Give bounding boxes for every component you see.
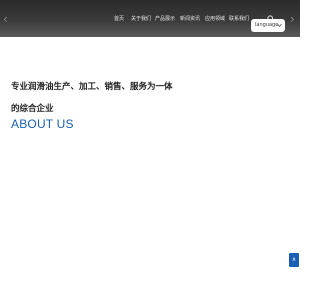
- hero-banner: ‹ › 首页 关于我们 产品展示 新闻资讯 应用领域 联系我们 language: [0, 0, 300, 37]
- nav-item-home[interactable]: 首页: [114, 14, 124, 24]
- search-icon[interactable]: [267, 8, 275, 23]
- back-to-top-button[interactable]: ∧: [289, 253, 299, 267]
- language-select-value: language: [255, 22, 279, 28]
- nav-item-news[interactable]: 新闻资讯: [180, 14, 200, 24]
- about-headline-line1: 专业润滑油生产、加工、销售、服务为一体: [11, 82, 173, 92]
- nav-item-applications[interactable]: 应用领域: [205, 14, 225, 24]
- nav-item-contact[interactable]: 联系我们: [229, 14, 249, 24]
- page: ‹ › 首页 关于我们 产品展示 新闻资讯 应用领域 联系我们 language…: [0, 0, 300, 300]
- hero-next-arrow-icon[interactable]: ›: [290, 12, 296, 26]
- chevron-down-icon: [277, 19, 282, 38]
- hero-prev-arrow-icon[interactable]: ‹: [3, 12, 9, 26]
- language-select[interactable]: language: [251, 19, 285, 32]
- about-headline: 专业润滑油生产、加工、销售、服务为一体 的综合企业: [11, 76, 211, 120]
- about-us-title: ABOUT US: [11, 117, 74, 131]
- nav-item-products[interactable]: 产品展示: [155, 14, 175, 24]
- nav-item-about[interactable]: 关于我们: [131, 14, 151, 24]
